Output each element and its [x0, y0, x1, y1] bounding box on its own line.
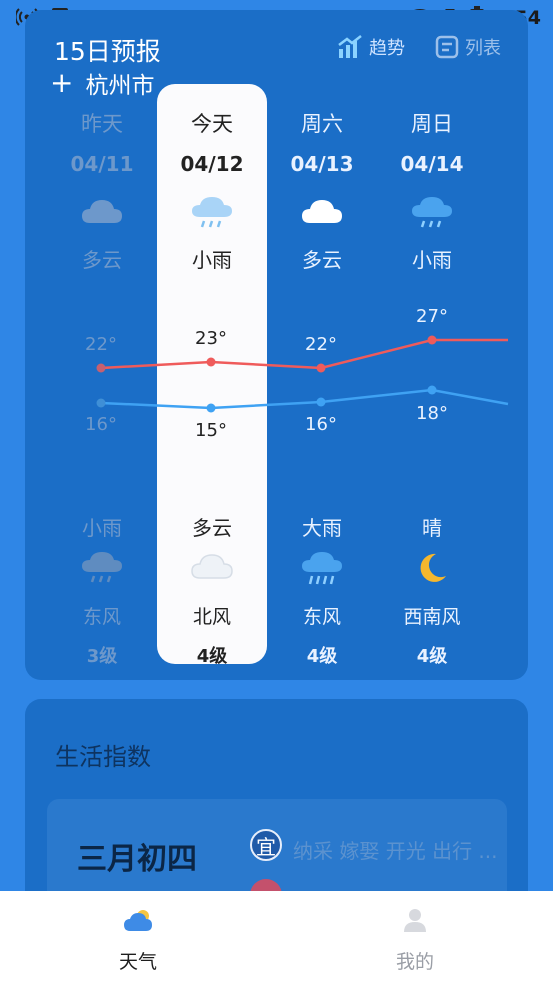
wind-direction: 北风	[192, 606, 231, 628]
night-condition: 大雨	[302, 516, 342, 540]
weather-icon	[124, 910, 152, 931]
low-point-yesterday	[96, 398, 106, 408]
light-rain-icon	[412, 197, 452, 228]
yi-items: 纳采 嫁娶 开光 出行 ...	[293, 839, 498, 863]
add-city-button[interactable]: + 杭州市	[50, 66, 154, 100]
heavy-rain-icon	[302, 552, 342, 585]
list-button[interactable]: 列表	[435, 34, 501, 60]
low-point-today	[206, 403, 216, 413]
high-point-today	[206, 357, 216, 367]
page-title: 15日预报	[54, 37, 161, 66]
low-temp-label: 16°	[305, 414, 337, 435]
day-label: 昨天	[81, 112, 123, 136]
yi-badge: 宜	[250, 829, 282, 861]
high-point-sunday	[427, 335, 437, 345]
low-temp-label: 15°	[195, 420, 227, 441]
low-point-sunday	[427, 385, 437, 395]
low-point-saturday	[316, 397, 326, 407]
day-condition: 多云	[302, 248, 342, 272]
city-name: 杭州市	[85, 73, 155, 99]
light-rain-icon	[192, 197, 232, 228]
tab-mine-label: 我的	[395, 951, 434, 973]
date-label: 04/12	[180, 152, 244, 176]
wind-level: 4级	[306, 646, 338, 667]
high-temp-label: 22°	[305, 334, 337, 355]
life-index-card: 生活指数 三月初四 宜 纳采 嫁娶 开光 出行 ...	[25, 699, 528, 919]
tab-weather[interactable]: 天气	[78, 907, 198, 974]
day-condition: 小雨	[412, 248, 452, 272]
lunar-date: 三月初四	[77, 842, 197, 877]
trend-label: 趋势	[369, 38, 405, 59]
night-condition: 晴	[422, 516, 442, 540]
wind-direction: 东风	[302, 606, 341, 628]
list-label: 列表	[465, 38, 501, 59]
plus-icon: +	[50, 66, 74, 99]
date-label: 04/11	[70, 152, 134, 176]
date-label: 04/14	[400, 152, 464, 176]
bottom-nav: 天气 我的	[0, 891, 553, 983]
cloudy-icon	[82, 200, 122, 223]
night-condition: 多云	[192, 516, 232, 540]
cloudy-icon	[191, 554, 233, 579]
wind-direction: 西南风	[403, 606, 461, 628]
light-rain-icon	[82, 552, 122, 583]
high-point-yesterday	[96, 363, 106, 373]
high-temp-label: 22°	[85, 334, 117, 355]
moon-icon	[420, 553, 446, 582]
wind-level: 4级	[196, 646, 228, 667]
tab-mine[interactable]: 我的	[355, 907, 475, 974]
wind-direction: 东风	[82, 606, 121, 628]
person-icon	[404, 909, 426, 932]
low-temp-label: 18°	[416, 403, 448, 424]
day-condition: 多云	[82, 248, 122, 272]
tab-weather-label: 天气	[118, 951, 157, 973]
day-label: 周日	[411, 112, 453, 136]
trend-button[interactable]: 趋势	[337, 34, 405, 60]
high-point-saturday	[316, 363, 326, 373]
date-label: 04/13	[290, 152, 354, 176]
wind-level: 4级	[416, 646, 448, 667]
list-icon	[435, 35, 459, 59]
trend-chart-icon	[338, 35, 362, 58]
high-temp-label: 23°	[195, 328, 227, 349]
day-label: 今天	[191, 112, 233, 136]
low-temp-label: 16°	[85, 414, 117, 435]
high-temp-label: 27°	[416, 306, 448, 327]
cloudy-icon	[302, 200, 342, 223]
section-title: 生活指数	[55, 743, 151, 771]
night-condition: 小雨	[82, 516, 122, 540]
day-label: 周六	[301, 112, 343, 136]
day-condition: 小雨	[192, 248, 232, 272]
wind-level: 3级	[86, 646, 118, 667]
